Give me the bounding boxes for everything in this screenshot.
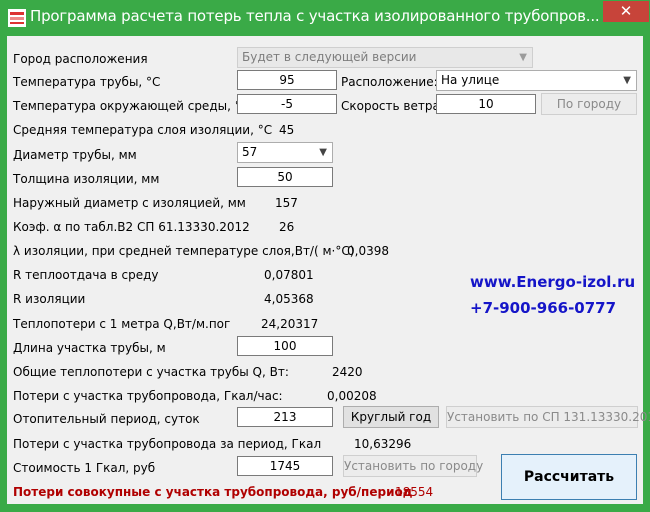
outer-diam-label: Наружный диаметр с изоляцией, мм <box>13 196 246 210</box>
location-select-value: На улице <box>441 73 500 87</box>
total-cost-value: 18554 <box>395 485 434 499</box>
app-window: Программа расчета потерь тепла с участка… <box>0 0 650 512</box>
lambda-label: λ изоляции, при средней температуре слоя… <box>13 244 355 258</box>
cost-input[interactable]: 1745 <box>237 456 333 476</box>
avg-temp-label: Средняя температура слоя изоляции, °С <box>13 123 273 137</box>
gcal-h-label: Потери с участка трубопровода, Гкал/час: <box>13 389 283 403</box>
avg-temp-value: 45 <box>279 123 295 137</box>
diameter-label: Диаметр трубы, мм <box>13 148 137 162</box>
r-ins-label: R изоляции <box>13 292 86 306</box>
thickness-label: Толщина изоляции, мм <box>13 172 160 186</box>
total-loss-value: 2420 <box>332 365 363 379</box>
set-cost-by-city-button[interactable]: Установить по городу <box>343 455 483 477</box>
calculate-button[interactable]: Рассчитать <box>501 454 637 500</box>
coef-value: 26 <box>279 220 295 234</box>
app-icon <box>8 9 26 27</box>
cost-label: Стоимость 1 Гкал, руб <box>13 461 156 475</box>
city-select[interactable]: Будет в следующей версии ▼ <box>237 47 533 68</box>
period-loss-value: 10,63296 <box>354 437 412 451</box>
thickness-input[interactable]: 50 <box>237 167 333 187</box>
loss-per-m-value: 24,20317 <box>261 317 319 331</box>
length-input[interactable]: 100 <box>237 336 333 356</box>
city-select-value: Будет в следующей версии <box>242 50 417 64</box>
year-round-button[interactable]: Круглый год <box>343 406 439 428</box>
pipe-temp-label: Температура трубы, °С <box>13 75 161 89</box>
loss-per-m-label: Теплопотери с 1 метра Q,Вт/м.пог <box>13 317 231 331</box>
heating-input[interactable]: 213 <box>237 407 333 427</box>
website-link[interactable]: www.Energo-izol.ru <box>470 273 635 291</box>
r-env-value: 0,07801 <box>264 268 314 282</box>
form-panel: Город расположения Будет в следующей вер… <box>7 36 650 504</box>
chevron-down-icon: ▼ <box>623 75 631 86</box>
ambient-temp-label: Температура окружающей среды, °С <box>13 99 250 113</box>
coef-label: Коэф. α по табл.В2 СП 61.13330.2012 <box>13 220 250 234</box>
period-loss-label: Потери с участка трубопровода за период,… <box>13 437 322 451</box>
lambda-value: 0,0398 <box>347 244 389 258</box>
total-cost-label: Потери совокупные с участка трубопровода… <box>13 485 413 499</box>
set-by-sp-button[interactable]: Установить по СП 131.13330.2012 <box>446 406 650 428</box>
r-env-label: R теплоотдача в среду <box>13 268 159 282</box>
length-label: Длина участка трубы, м <box>13 341 166 355</box>
close-button[interactable]: ✕ <box>603 1 649 22</box>
chevron-down-icon: ▼ <box>319 147 327 158</box>
heating-label: Отопительный период, суток <box>13 412 200 426</box>
total-loss-label: Общие теплопотери с участка трубы Q, Вт: <box>13 365 289 379</box>
by-city-button[interactable]: По городу <box>541 93 637 115</box>
diameter-select-value: 57 <box>242 145 258 159</box>
location-select[interactable]: На улице ▼ <box>436 70 637 91</box>
chevron-down-icon: ▼ <box>519 52 527 63</box>
outer-diam-value: 157 <box>275 196 298 210</box>
gcal-h-value: 0,00208 <box>327 389 377 403</box>
pipe-temp-input[interactable]: 95 <box>237 70 337 90</box>
wind-input[interactable]: 10 <box>436 94 536 114</box>
r-ins-value: 4,05368 <box>264 292 314 306</box>
city-label: Город расположения <box>13 52 148 66</box>
title-bar[interactable]: Программа расчета потерь тепла с участка… <box>0 0 650 36</box>
diameter-select[interactable]: 57 ▼ <box>237 142 333 163</box>
wind-label: Скорость ветра: <box>341 99 444 113</box>
location-label: Расположение: <box>341 75 438 89</box>
ambient-temp-input[interactable]: -5 <box>237 94 337 114</box>
phone-text: +7-900-966-0777 <box>470 299 617 317</box>
window-title: Программа расчета потерь тепла с участка… <box>30 7 600 25</box>
